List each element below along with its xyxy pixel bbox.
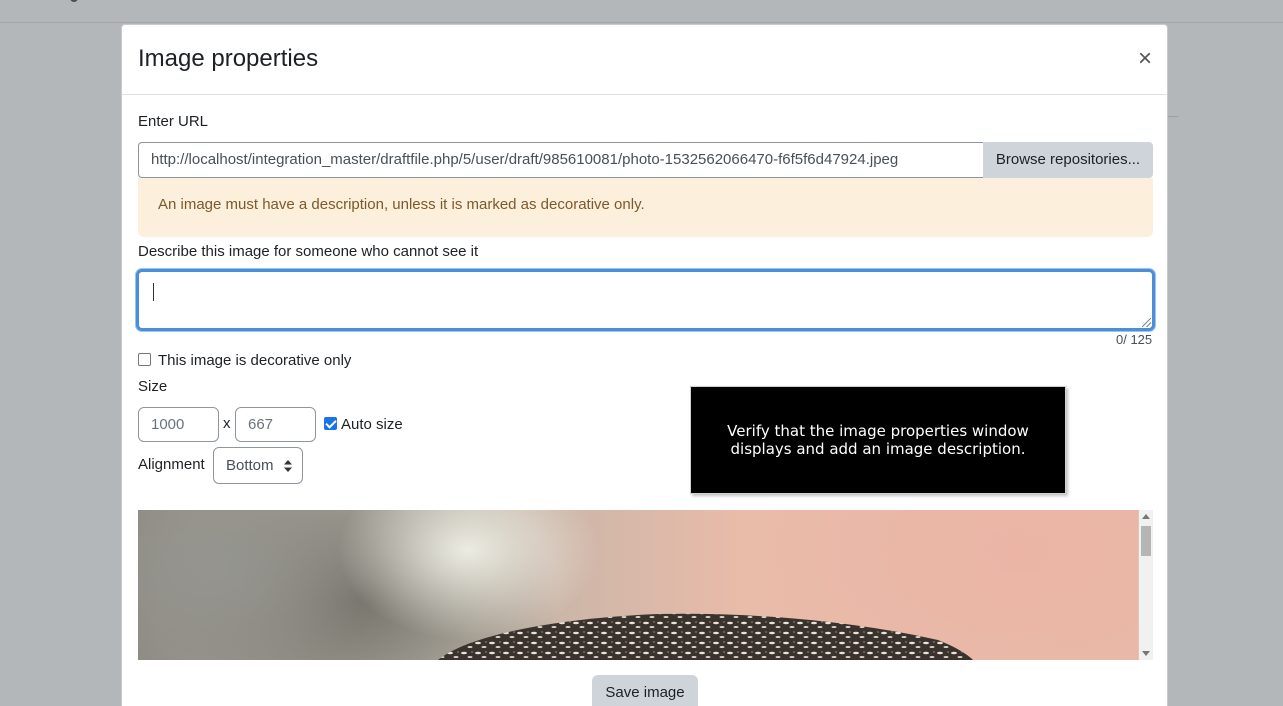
resize-handle-icon[interactable] <box>1142 318 1151 327</box>
url-input-group: http://localhost/integration_master/draf… <box>138 142 1153 178</box>
decorative-checkbox[interactable] <box>138 353 151 366</box>
description-warning-alert: An image must have a description, unless… <box>138 178 1153 237</box>
select-arrows-icon <box>284 460 292 472</box>
scroll-up-icon[interactable] <box>1142 514 1150 519</box>
character-counter: 0/ 125 <box>1116 332 1153 347</box>
save-image-button[interactable]: Save image <box>592 675 698 706</box>
scroll-thumb[interactable] <box>1141 526 1151 556</box>
alignment-selected-value: Bottom <box>226 457 274 474</box>
image-description-textarea[interactable] <box>136 269 1155 331</box>
height-input[interactable]: 667 <box>235 407 316 442</box>
decorative-label: This image is decorative only <box>158 352 352 369</box>
backdrop-dot <box>70 0 78 2</box>
image-properties-dialog: Image properties × Enter URL http://loca… <box>121 24 1168 706</box>
description-label: Describe this image for someone who cann… <box>138 243 479 260</box>
text-caret <box>153 283 154 301</box>
width-input[interactable]: 1000 <box>138 407 219 442</box>
page-backdrop-header <box>0 0 1283 23</box>
backdrop-divider <box>1168 116 1178 117</box>
size-label: Size <box>138 378 168 395</box>
url-label: Enter URL <box>138 113 209 130</box>
instruction-tooltip: Verify that the image properties window … <box>690 386 1066 494</box>
owl-head-shape <box>438 613 973 660</box>
dialog-header: Image properties × <box>122 25 1167 95</box>
close-button[interactable]: × <box>1133 45 1157 73</box>
scroll-down-icon[interactable] <box>1142 651 1150 656</box>
alignment-label: Alignment <box>138 456 205 473</box>
preview-scrollbar[interactable] <box>1139 510 1153 660</box>
tooltip-text: Verify that the image properties window … <box>727 422 1029 458</box>
auto-size-checkbox[interactable] <box>324 417 337 430</box>
size-separator: x <box>223 415 231 432</box>
dialog-title: Image properties <box>138 45 319 72</box>
owl-photo <box>138 510 1138 660</box>
image-preview <box>138 510 1153 660</box>
alignment-select[interactable]: Bottom <box>213 447 303 484</box>
browse-repositories-button[interactable]: Browse repositories... <box>983 142 1153 178</box>
auto-size-label: Auto size <box>341 416 403 433</box>
url-input[interactable]: http://localhost/integration_master/draf… <box>138 142 983 178</box>
